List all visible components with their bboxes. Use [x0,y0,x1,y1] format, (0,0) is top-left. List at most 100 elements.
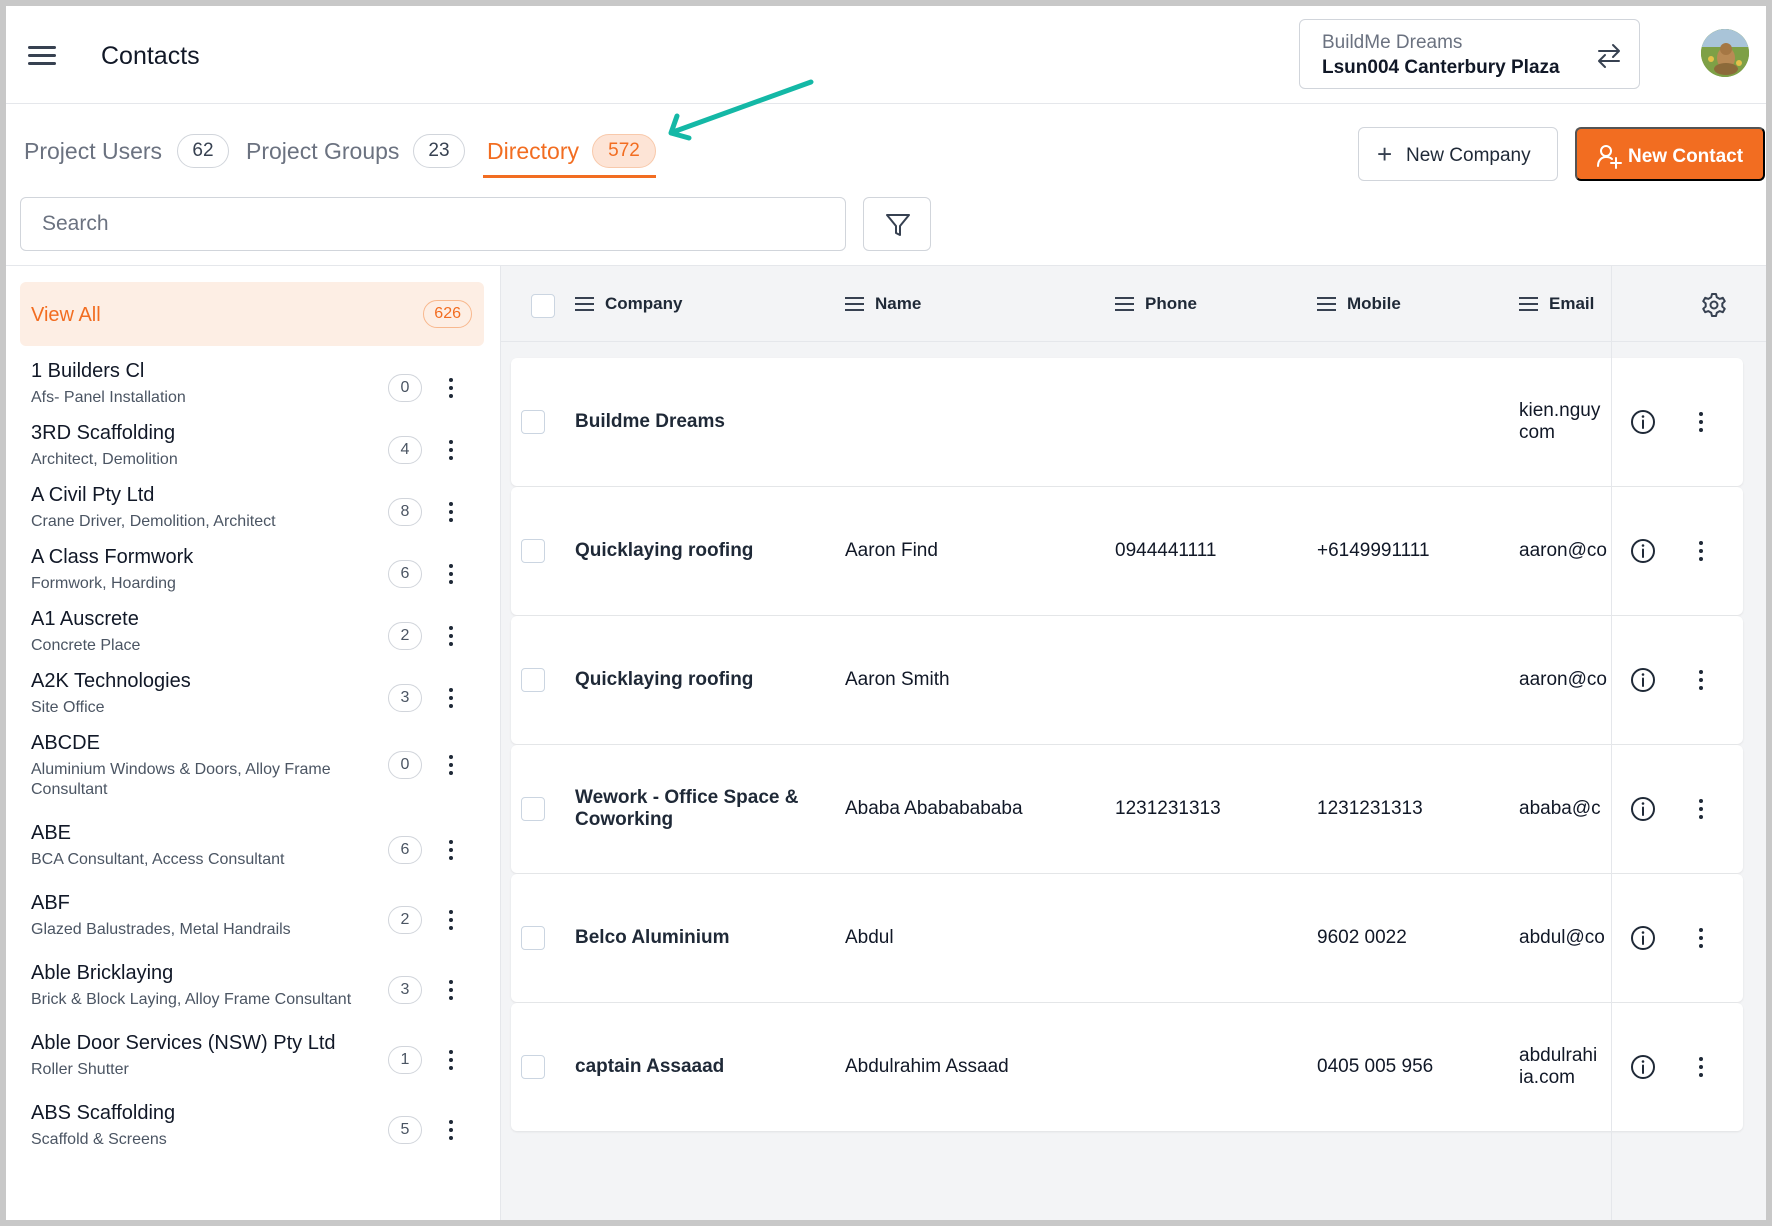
more-options-icon[interactable] [446,499,456,525]
more-options-icon[interactable] [446,685,456,711]
company-sidebar: View All 626 1 Builders Cl Afs- Panel In… [6,266,500,1220]
column-menu-icon [1519,297,1538,311]
company-count-badge: 0 [388,374,422,402]
more-options-icon[interactable] [446,561,456,587]
more-options-icon[interactable] [446,1047,456,1073]
company-count-badge: 2 [388,906,422,934]
sidebar-company-item[interactable]: A Class Formwork Formwork, Hoarding 6 [20,546,490,606]
active-tab-underline [483,175,656,178]
info-icon[interactable] [1630,538,1656,564]
cell-company: Quicklaying roofing [575,540,754,561]
row-checkbox[interactable] [521,539,545,563]
cell-phone: 0944441111 [1115,540,1217,561]
sidebar-company-item[interactable]: Able Door Services (NSW) Pty Ltd Roller … [20,1032,490,1092]
more-options-icon[interactable] [446,837,456,863]
cell-name: Ababa Abababababa [845,798,1023,819]
tab-project-groups[interactable]: Project Groups 23 [246,126,466,178]
more-options-icon[interactable] [1696,925,1706,951]
swap-arrows-icon [1598,44,1620,68]
more-options-icon[interactable] [446,752,456,778]
company-name: 1 Builders Cl [31,360,145,382]
sidebar-company-item[interactable]: A Civil Pty Ltd Crane Driver, Demolition… [20,484,490,544]
table-row[interactable]: captain Assaaad Abdulrahim Assaad 0405 0… [511,1003,1743,1131]
sidebar-company-item[interactable]: ABS Scaffolding Scaffold & Screens 5 [20,1102,490,1162]
tab-directory[interactable]: Directory 572 [483,126,659,178]
new-company-button[interactable]: + New Company [1358,127,1558,181]
company-name: Able Bricklaying [31,962,174,984]
company-trades: Afs- Panel Installation [31,389,186,406]
more-options-icon[interactable] [446,1117,456,1143]
company-trades: Crane Driver, Demolition, Architect [31,513,276,530]
more-options-icon[interactable] [1696,538,1706,564]
company-name: ABS Scaffolding [31,1102,176,1124]
row-checkbox[interactable] [521,926,545,950]
sidebar-company-item[interactable]: ABCDE Aluminium Windows & Doors, Alloy F… [20,732,490,812]
company-count-badge: 8 [388,498,422,526]
gear-icon[interactable] [1701,292,1727,318]
info-icon[interactable] [1630,1054,1656,1080]
more-options-icon[interactable] [1696,667,1706,693]
company-name: ABE [31,822,72,844]
company-trades: Formwork, Hoarding [31,575,176,592]
view-all-count-badge: 626 [423,300,472,328]
filter-button[interactable] [863,197,931,251]
table-row[interactable]: Wework - Office Space & Coworking Ababa … [511,745,1743,873]
column-label: Company [605,294,683,313]
more-options-icon[interactable] [446,907,456,933]
sidebar-company-item[interactable]: 1 Builders Cl Afs- Panel Installation 0 [20,360,490,420]
table-row[interactable]: Quicklaying roofing Aaron Smith aaron@co [511,616,1743,744]
user-avatar[interactable] [1701,29,1749,77]
cell-company: Quicklaying roofing [575,669,754,690]
more-options-icon[interactable] [446,437,456,463]
more-options-icon[interactable] [1696,1054,1706,1080]
company-count-badge: 2 [388,622,422,650]
project-name: Lsun004 Canterbury Plaza [1322,57,1560,78]
company-trades: Aluminium Windows & Doors, Alloy Frame C… [31,761,331,798]
company-name: A2K Technologies [31,670,191,692]
new-contact-button[interactable]: New Contact [1575,127,1765,181]
search-input[interactable] [20,197,846,251]
tab-label: Directory [487,138,580,164]
column-menu-icon [575,297,594,311]
row-checkbox[interactable] [521,668,545,692]
cell-email: aaron@co [1519,669,1607,690]
table-row[interactable]: Quicklaying roofing Aaron Find 094444111… [511,487,1743,615]
company-trades: Site Office [31,699,105,716]
company-trades: Roller Shutter [31,1061,129,1078]
sidebar-company-item[interactable]: 3RD Scaffolding Architect, Demolition 4 [20,422,490,482]
row-checkbox[interactable] [521,410,545,434]
project-switcher[interactable]: BuildMe Dreams Lsun004 Canterbury Plaza [1299,19,1640,89]
info-icon[interactable] [1630,667,1656,693]
sidebar-company-item[interactable]: ABE BCA Consultant, Access Consultant 6 [20,822,490,882]
more-options-icon[interactable] [446,375,456,401]
row-checkbox[interactable] [521,797,545,821]
company-name: ABCDE [31,732,100,754]
more-options-icon[interactable] [1696,796,1706,822]
more-options-icon[interactable] [446,977,456,1003]
more-options-icon[interactable] [1696,409,1706,435]
sidebar-company-item[interactable]: A2K Technologies Site Office 3 [20,670,490,730]
more-options-icon[interactable] [446,623,456,649]
sidebar-item-view-all[interactable]: View All 626 [20,282,484,346]
company-name: Able Door Services (NSW) Pty Ltd [31,1032,336,1054]
sidebar-company-item[interactable]: A1 Auscrete Concrete Place 2 [20,608,490,668]
info-icon[interactable] [1630,796,1656,822]
company-trades: Concrete Place [31,637,141,654]
table-row[interactable]: Buildme Dreams kien.nguy com [511,358,1743,486]
company-name: A Class Formwork [31,546,194,568]
sidebar-company-item[interactable]: Able Bricklaying Brick & Block Laying, A… [20,962,490,1022]
hamburger-menu-icon[interactable] [28,44,58,68]
new-contact-label: New Contact [1628,146,1744,167]
page-title: Contacts [101,42,200,70]
cell-mobile: 1231231313 [1317,798,1423,819]
tab-project-users[interactable]: Project Users 62 [20,126,229,178]
info-icon[interactable] [1630,409,1656,435]
info-icon[interactable] [1630,925,1656,951]
select-all-checkbox[interactable] [531,294,555,318]
column-label: Name [875,294,922,313]
cell-email: kien.nguy com [1519,400,1601,443]
row-checkbox[interactable] [521,1055,545,1079]
top-bar: Contacts BuildMe Dreams Lsun004 Canterbu… [6,6,1766,104]
table-row[interactable]: Belco Aluminium Abdul 9602 0022 abdul@co [511,874,1743,1002]
sidebar-company-item[interactable]: ABF Glazed Balustrades, Metal Handrails … [20,892,490,952]
